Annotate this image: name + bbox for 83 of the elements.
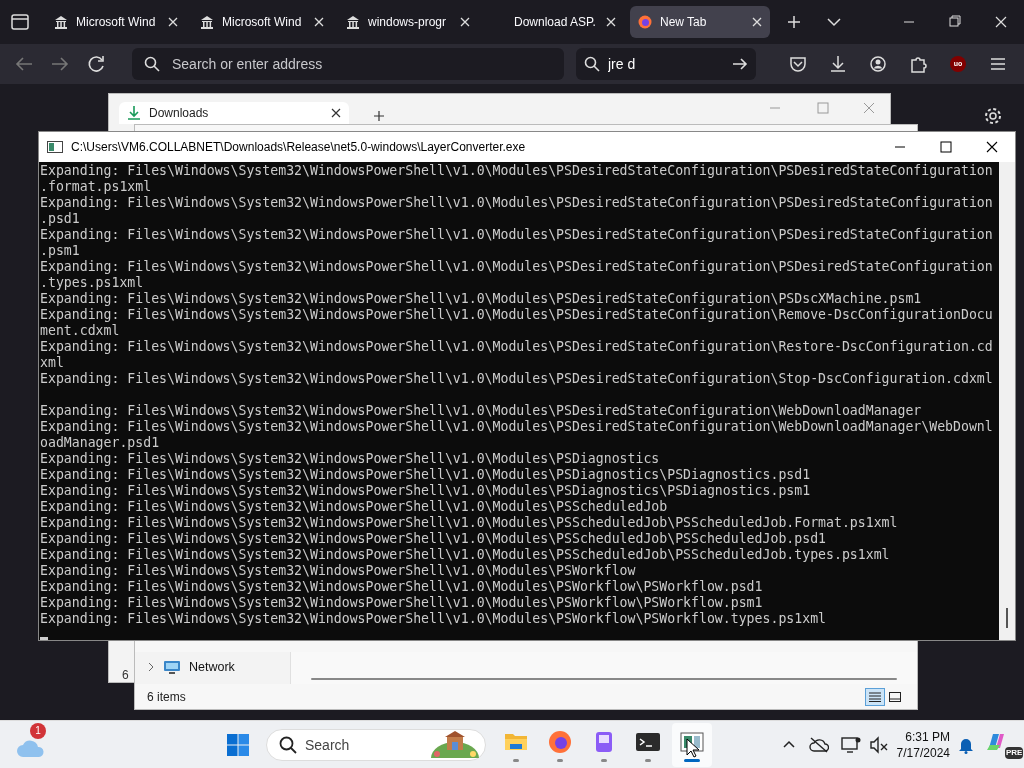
browser-tab[interactable]: windows-progr — [338, 6, 478, 38]
taskbar-search-input[interactable]: Search — [305, 730, 415, 759]
notification-badge: 1 — [30, 722, 46, 739]
console-line: Expanding: Files\Windows\System32\WindowsPowerShell\v1.0\Modules\PSDesiredStateConfiguration\Remove-DscConfigurationDocu — [40, 307, 994, 323]
windows-start-icon[interactable] — [226, 732, 250, 757]
network-icon — [163, 659, 181, 675]
volume-muted-icon[interactable] — [868, 735, 889, 754]
console-line: Expanding: Files\Windows\System32\WindowsPowerShell\v1.0\Modules\PSScheduledJob — [40, 499, 669, 515]
console-line: Expanding: Files\Windows\System32\WindowsPowerShell\v1.0\Modules\PSDesiredStateConfiguration\PSDesiredStateConfiguration — [40, 163, 994, 179]
console-line: Expanding: Files\Windows\System32\WindowsPowerShell\v1.0\Modules\PSDesiredStateConfiguration\WebDownloadManager\WebDownl — [40, 419, 994, 435]
console-line: Expanding: Files\Windows\System32\WindowsPowerShell\v1.0\Modules\PSWorkflow — [40, 563, 637, 579]
item-count: 6 — [122, 667, 129, 684]
clock-button[interactable]: 6:31 PM 7/17/2024 — [896, 728, 950, 761]
search-bar[interactable]: jre d — [576, 48, 756, 80]
monitor-icon[interactable] — [840, 735, 861, 754]
search-icon — [584, 56, 600, 72]
tab-title: Microsoft Wind — [76, 14, 157, 31]
nav-item[interactable]: Network — [135, 652, 290, 682]
arrow-right-icon[interactable] — [732, 56, 748, 72]
console-line: Expanding: Files\Windows\System32\WindowsPowerShell\v1.0\Modules\PSDiagnostics — [40, 451, 661, 467]
console-line: Expanding: Files\Windows\System32\WindowsPowerShell\v1.0\Modules\PSDesiredStateConfiguration\PSDesiredStateConfiguration — [40, 259, 994, 275]
tab-title: Downloads — [149, 105, 210, 122]
console-line: Expanding: Files\Windows\System32\WindowsPowerShell\v1.0\Modules\PSScheduledJob\PSScheduledJob.types.ps1xml — [40, 547, 891, 563]
new-tab-icon[interactable] — [373, 110, 385, 122]
building-icon — [54, 15, 68, 29]
console-line: Expanding: Files\Windows\System32\WindowsPowerShell\v1.0\Modules\PSDesiredStateConfiguration\Restore-DscConfiguration.cd — [40, 339, 994, 355]
text-cursor — [40, 637, 48, 640]
address-bar[interactable]: Search or enter address — [132, 48, 564, 80]
pointer-cursor-icon — [686, 737, 700, 758]
tiles-icon — [889, 692, 901, 702]
console-line: .psm1 — [40, 243, 81, 259]
firefox-icon — [638, 15, 652, 29]
window-title: C:\Users\VM6.COLLABNET\Downloads\Release\net5.0-windows\LayerConverter.exe — [71, 139, 526, 156]
console-line: ment.cdxml — [40, 323, 121, 339]
browser-tab[interactable]: Microsoft Wind — [46, 6, 186, 38]
tab-title: Download ASP. — [514, 14, 597, 31]
console-line: Expanding: Files\Windows\System32\WindowsPowerShell\v1.0\Modules\PSDesiredStateConfiguration\PSDesiredStateConfiguration — [40, 195, 994, 211]
download-icon — [127, 105, 141, 121]
close-icon[interactable] — [331, 108, 341, 118]
console-line: Expanding: Files\Windows\System32\WindowsPowerShell\v1.0\Modules\PSWorkflow\PSWorkflow.types.ps1xml — [40, 611, 827, 627]
console-line: .format.ps1xml — [40, 179, 153, 195]
console-line: Expanding: Files\Windows\System32\WindowsPowerShell\v1.0\Modules\PSDesiredStateConfiguration\WebDownloadManager — [40, 403, 923, 419]
console-line: .psd1 — [40, 211, 81, 227]
preview-badge: PRE — [1005, 746, 1024, 759]
building-icon — [200, 15, 214, 29]
console-line: Expanding: Files\Windows\System32\WindowsPowerShell\v1.0\Modules\PSDiagnostics\PSDiagnostics.psd1 — [40, 467, 812, 483]
console-line: Expanding: Files\Windows\System32\WindowsPowerShell\v1.0\Modules\PSDesiredStateConfiguration\PSDscXMachine.psm1 — [40, 291, 923, 307]
tab-title: windows-progr — [368, 14, 448, 31]
search-icon — [144, 56, 160, 72]
console-line: oadManager.psd1 — [40, 435, 161, 451]
scrollbar[interactable] — [311, 678, 897, 680]
list-icon — [869, 692, 881, 702]
chevron-right-icon — [147, 662, 155, 672]
details-view-button[interactable] — [865, 688, 885, 706]
search-icon — [279, 735, 297, 754]
building-icon — [346, 15, 360, 29]
console-line: .types.ps1xml — [40, 275, 145, 291]
browser-tab[interactable]: New Tab — [630, 6, 770, 38]
console-app-icon — [47, 140, 63, 154]
console-line: Expanding: Files\Windows\System32\WindowsPowerShell\v1.0\Modules\PSWorkflow\PSWorkflow.psd1 — [40, 579, 764, 595]
browser-tab[interactable]: Microsoft Wind — [192, 6, 332, 38]
taskbar-app-button[interactable] — [672, 722, 712, 767]
tab-title: Microsoft Wind — [222, 14, 303, 31]
explorer-tab[interactable]: Downloads — [119, 102, 349, 124]
web-search-field[interactable]: jre d — [608, 50, 718, 78]
status-text: 6 items — [147, 689, 186, 706]
console-line: Expanding: Files\Windows\System32\WindowsPowerShell\v1.0\Modules\PSDesiredStateConfiguration\Stop-DscConfiguration.cdxml — [40, 371, 994, 387]
copilot-icon[interactable] — [986, 731, 1006, 752]
browser-tab[interactable]: Download ASP. — [484, 6, 624, 38]
address-field[interactable]: Search or enter address — [172, 50, 552, 78]
console-line: Expanding: Files\Windows\System32\WindowsPowerShell\v1.0\Modules\PSDiagnostics\PSDiagnostics.psm1 — [40, 483, 812, 499]
taskbar-search-bar[interactable]: Search — [266, 728, 486, 761]
console-line: xml — [40, 355, 65, 371]
playground-icon — [429, 729, 481, 760]
console-line: Expanding: Files\Windows\System32\WindowsPowerShell\v1.0\Modules\PSDesiredStateConfiguration\PSDesiredStateConfiguration — [40, 227, 994, 243]
nav-label: Network — [189, 658, 235, 676]
tab-title: New Tab — [660, 14, 708, 31]
cloud-off-icon[interactable] — [808, 736, 829, 753]
scrollbar[interactable] — [999, 162, 1015, 640]
console-line: Expanding: Files\Windows\System32\WindowsPowerShell\v1.0\Modules\PSScheduledJob\PSScheduledJob.psd1 — [40, 531, 827, 547]
console-line: Expanding: Files\Windows\System32\WindowsPowerShell\v1.0\Modules\PSWorkflow\PSWorkflow.psm1 — [40, 595, 764, 611]
settings-icon[interactable] — [983, 106, 1003, 126]
console-line: Expanding: Files\Windows\System32\WindowsPowerShell\v1.0\Modules\PSScheduledJob\PSScheduledJob.Format.ps1xml — [40, 515, 899, 531]
